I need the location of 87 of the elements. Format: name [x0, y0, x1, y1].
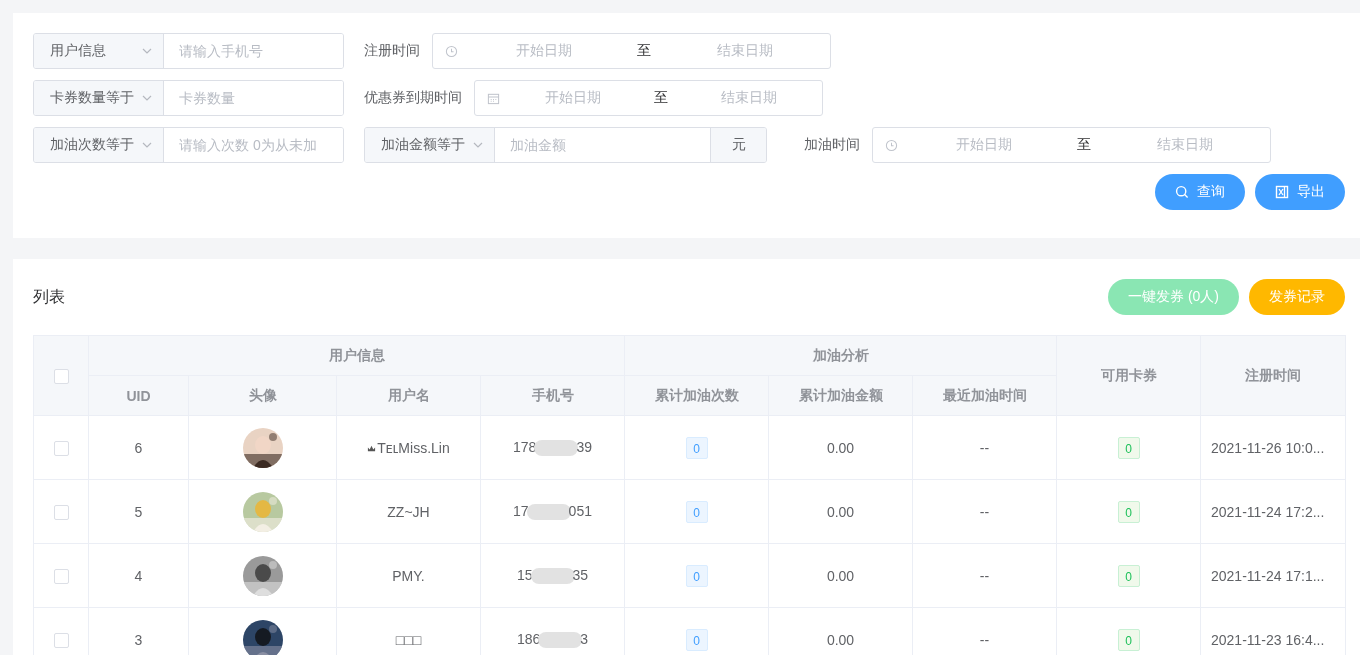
row-checkbox[interactable]: [53, 568, 69, 584]
column-header: 注册时间: [1245, 366, 1301, 383]
select-all-checkbox[interactable]: [53, 368, 69, 384]
count-tag: 0: [685, 500, 708, 523]
crown-icon: [367, 443, 377, 453]
condition-select[interactable]: 卡券数量等于: [34, 81, 164, 115]
field-label: 注册时间: [364, 42, 420, 60]
table-cell: 2021-11-23 16:4...: [1211, 631, 1325, 648]
coupon-count-tag: 0: [1117, 500, 1140, 523]
calendar-icon: [487, 91, 500, 105]
table-cell: --: [979, 439, 990, 456]
filter-field[interactable]: 用户信息 请输入手机号: [33, 33, 344, 69]
end-date-placeholder: 结束日期: [715, 42, 774, 60]
coupon-count-tag: 0: [1117, 628, 1140, 651]
table-cell: 0.00: [826, 631, 855, 648]
count-tag: 0: [685, 628, 708, 651]
start-date-placeholder: 开始日期: [514, 42, 573, 60]
end-date-placeholder: 结束日期: [1155, 136, 1214, 154]
filter-field[interactable]: 加油金额等于 加油金额 元: [364, 127, 767, 163]
start-date-placeholder: 开始日期: [544, 89, 602, 107]
count-tag: 0: [685, 436, 708, 459]
table-cell: 0.00: [826, 503, 855, 520]
column-header: 可用卡券: [1100, 366, 1157, 383]
table-cell: 3: [580, 630, 589, 647]
clock-icon: [885, 138, 898, 152]
redaction-blur: [538, 632, 583, 649]
redaction-blur: [534, 440, 579, 457]
coupon-count-tag: 0: [1117, 564, 1140, 587]
count-tag: 0: [685, 564, 708, 587]
column-header: 累计加油金额: [798, 386, 883, 403]
coupon-count-tag: 0: [1117, 436, 1140, 459]
table-cell: 3: [134, 631, 143, 648]
table-cell: --: [979, 631, 990, 648]
column-group-header: 用户信息: [328, 346, 385, 363]
row-checkbox[interactable]: [53, 632, 69, 648]
table-cell: 186: [516, 630, 541, 647]
list-title: 列表: [33, 286, 65, 307]
search-icon: [1175, 185, 1189, 199]
condition-select[interactable]: 用户信息: [34, 34, 164, 68]
table-cell: 15: [516, 566, 533, 583]
table-cell: 2021-11-24 17:1...: [1211, 567, 1325, 584]
date-range-field[interactable]: 开始日期 至 结束日期: [474, 80, 823, 116]
column-group-header: 加油分析: [812, 346, 869, 363]
row-checkbox[interactable]: [53, 504, 69, 520]
unit-label: 元: [710, 128, 766, 162]
table-cell: 178: [513, 438, 537, 455]
table-cell: 5: [134, 503, 143, 520]
filter-field[interactable]: 卡券数量等于 卡券数量: [33, 80, 344, 116]
table-cell: 39: [576, 438, 592, 455]
table-cell: PMY.: [392, 567, 425, 584]
field-label: 加油时间: [804, 136, 860, 154]
table-cell: 6: [134, 439, 143, 456]
table-cell: TᴇʟMiss.Lin: [377, 439, 450, 456]
filter-field[interactable]: 加油次数等于 请输入次数 0为从未加: [33, 127, 344, 163]
table-cell: 051: [568, 502, 592, 519]
column-header: 用户名: [387, 386, 430, 403]
row-checkbox[interactable]: [53, 440, 69, 456]
table-cell: 35: [572, 566, 589, 583]
column-header: 累计加油次数: [654, 386, 739, 403]
column-header: 手机号: [531, 386, 574, 403]
date-range-field[interactable]: 开始日期 至 结束日期: [872, 127, 1271, 163]
table-cell: 0.00: [826, 439, 855, 456]
column-header: 最近加油时间: [942, 386, 1027, 403]
redaction-blur: [526, 504, 571, 521]
start-date-placeholder: 开始日期: [954, 136, 1013, 154]
table-cell: 2021-11-26 10:0...: [1211, 439, 1325, 456]
spreadsheet-icon: [1275, 185, 1289, 199]
table-cell: 2021-11-24 17:2...: [1211, 503, 1325, 520]
column-header: UID: [126, 387, 151, 404]
range-separator: 至: [1076, 136, 1092, 154]
table-cell: □□□: [395, 631, 422, 648]
table-cell: --: [979, 567, 990, 584]
table-cell: 4: [134, 567, 143, 584]
column-header: 头像: [248, 386, 277, 403]
table-cell: 0.00: [826, 567, 855, 584]
condition-select[interactable]: 加油金额等于: [365, 128, 495, 162]
end-date-placeholder: 结束日期: [720, 89, 778, 107]
table-cell: ZZ~JH: [387, 503, 430, 520]
table-cell: 17: [513, 502, 529, 519]
range-separator: 至: [636, 42, 652, 60]
condition-select[interactable]: 加油次数等于: [34, 128, 164, 162]
date-range-field[interactable]: 开始日期 至 结束日期: [432, 33, 831, 69]
clock-icon: [445, 44, 458, 58]
table-cell: --: [979, 503, 990, 520]
redaction-blur: [530, 568, 575, 585]
field-label: 优惠券到期时间: [364, 89, 462, 107]
range-separator: 至: [653, 89, 669, 107]
